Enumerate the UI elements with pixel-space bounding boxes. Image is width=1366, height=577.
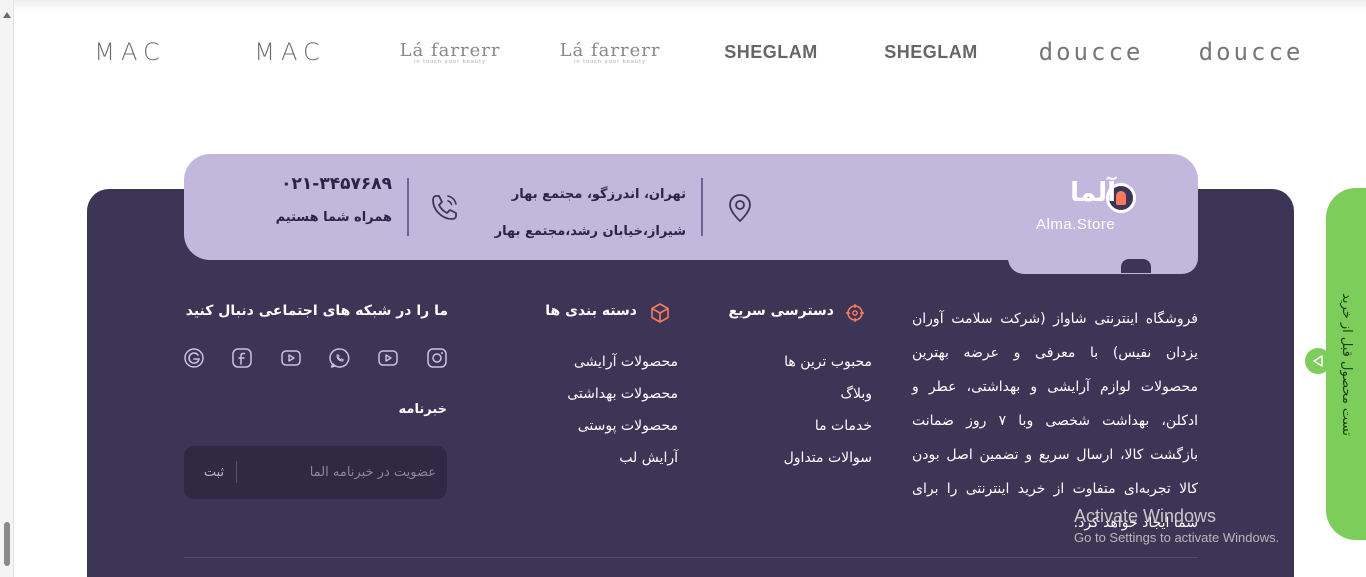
page-scrollbar[interactable]: [0, 0, 14, 577]
store-addresses: تهران، اندرزگو، مجتمع بهار شیراز،خیابان …: [470, 176, 686, 250]
brand-logo-mac[interactable]: MAC: [75, 30, 185, 74]
brand-label: MAC: [94, 38, 166, 66]
phone-label: همراه شما هستیم: [275, 210, 392, 225]
youtube-icon[interactable]: [377, 347, 399, 369]
footer-link[interactable]: محصولات پوستی: [540, 410, 678, 442]
youtube-icon[interactable]: [280, 347, 302, 369]
footer-link[interactable]: آرایش لب: [540, 442, 678, 474]
contact-divider: [701, 178, 703, 236]
google-icon[interactable]: [183, 347, 205, 369]
windows-activation-title: Activate Windows: [1074, 506, 1217, 526]
brand-logo-lafarrerr[interactable]: Lá farrerr in touch your beauty: [395, 30, 505, 74]
brand-label: Lá farrerr: [559, 39, 661, 61]
brand-logo-doucce[interactable]: doucce: [1196, 30, 1306, 74]
brand-logo-lafarrerr[interactable]: Lá farrerr in touch your beauty: [555, 30, 665, 74]
side-tab-label-wrap: تست محصول قبل از خرید: [1326, 188, 1366, 540]
triangle-left-icon: [1313, 355, 1323, 367]
categories-links: محصولات آرایشی محصولات بهداشتی محصولات پ…: [540, 346, 678, 474]
brand-logo-mac[interactable]: MAC: [235, 30, 345, 74]
scroll-up-arrow-icon[interactable]: [3, 12, 11, 18]
facebook-icon[interactable]: [231, 347, 253, 369]
logo-name: آلما: [1070, 178, 1116, 208]
phone-icon: [432, 195, 457, 220]
categories-title: دسته بندی ها: [545, 303, 637, 319]
brand-label: SHEGLAM: [884, 41, 978, 62]
phone-number[interactable]: ۰۲۱-۳۴۵۷۶۸۹: [240, 174, 392, 194]
contact-divider: [407, 178, 409, 236]
brand-label: doucce: [1198, 38, 1304, 66]
newsletter-divider: [236, 461, 237, 483]
about-text: فروشگاه اینترنتی شاواز (شرکت سلامت آوران…: [912, 311, 1199, 531]
social-title: ما را در شبکه های اجتماعی دنبال کنید: [185, 303, 448, 319]
page: MAC MAC Lá farrerr in touch your beauty …: [0, 0, 1366, 577]
newsletter-email-input[interactable]: [240, 456, 436, 488]
brand-label: doucce: [1038, 38, 1144, 66]
location-pin-icon: [729, 194, 751, 223]
footer-link[interactable]: محصولات آرایشی: [540, 346, 678, 378]
site-logo[interactable]: آلما Alma.Store: [1036, 178, 1136, 238]
brand-logo-sheglam[interactable]: SHEGLAM: [876, 30, 986, 74]
brand-tagline: in touch your beauty: [573, 58, 647, 65]
brand-logo-sheglam[interactable]: SHEGLAM: [716, 30, 826, 74]
newsletter-submit-button[interactable]: ثبت: [196, 459, 232, 485]
whatsapp-icon[interactable]: [329, 347, 351, 369]
brand-tagline: in touch your beauty: [413, 58, 487, 65]
footer-link[interactable]: وبلاگ: [752, 378, 872, 410]
newsletter-title: خبرنامه: [398, 402, 447, 417]
footer-link[interactable]: محبوب ترین ها: [752, 346, 872, 378]
side-tab-label: تست محصول قبل از خرید: [1338, 292, 1354, 436]
footer-link[interactable]: خدمات ما: [752, 410, 872, 442]
windows-activation-subtitle: Go to Settings to activate Windows.: [1074, 530, 1280, 545]
brand-label: Lá farrerr: [399, 39, 501, 61]
quick-access-icon: [846, 304, 864, 322]
footer-link[interactable]: محصولات بهداشتی: [540, 378, 678, 410]
brand-label: SHEGLAM: [724, 41, 818, 62]
logo-subtitle: Alma.Store: [1036, 216, 1116, 233]
scroll-thumb[interactable]: [4, 522, 10, 566]
quick-access-links: محبوب ترین ها وبلاگ خدمات ما سوالات متدا…: [752, 346, 872, 474]
header-shadow: [14, 0, 1366, 10]
brand-label: MAC: [254, 38, 326, 66]
footer-divider: [184, 557, 1198, 558]
instagram-icon[interactable]: [426, 347, 448, 369]
quick-access-title: دسترسی سریع: [728, 303, 834, 319]
address-tehran: تهران، اندرزگو، مجتمع بهار: [511, 187, 686, 202]
contact-bar-notch: [1121, 259, 1151, 273]
brand-carousel: MAC MAC Lá farrerr in touch your beauty …: [0, 30, 1366, 74]
box-icon: [651, 303, 669, 323]
brand-logo-doucce[interactable]: doucce: [1036, 30, 1146, 74]
address-shiraz: شیراز،خیابان رشد،مجتمع بهار: [494, 224, 686, 239]
footer-link[interactable]: سوالات متداول: [752, 442, 872, 474]
